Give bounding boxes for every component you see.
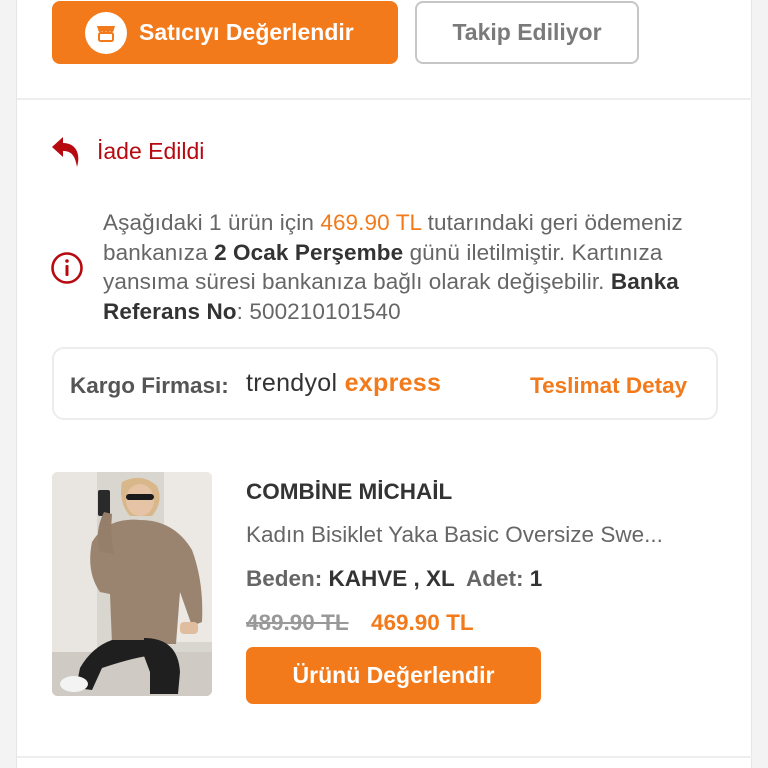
quantity-value: 1 — [529, 566, 543, 591]
rate-product-label: Ürünü Değerlendir — [292, 662, 495, 688]
info-circle-icon — [51, 252, 83, 284]
old-price: 489.90 TL — [246, 610, 349, 635]
delivery-detail-link[interactable]: Teslimat Detay — [530, 373, 687, 399]
rate-product-button[interactable]: Ürünü Değerlendir — [246, 647, 541, 704]
refund-text-part: Aşağıdaki 1 ürün için — [103, 210, 321, 235]
following-button[interactable]: Takip Ediliyor — [415, 1, 639, 64]
new-price: 469.90 TL — [371, 610, 474, 635]
rate-seller-label: Satıcıyı Değerlendir — [139, 19, 354, 45]
refund-text-part: : — [236, 298, 250, 324]
bank-reference-value: 500210101540 — [249, 298, 401, 324]
refund-info-text: Aşağıdaki 1 ürün için 469.90 TL tutarınd… — [103, 208, 733, 326]
quantity-label: Adet: — [454, 566, 530, 591]
rate-seller-button[interactable]: Satıcıyı Değerlendir — [52, 1, 398, 64]
store-icon — [85, 11, 127, 54]
section-divider — [17, 98, 753, 100]
product-variant: Beden: KAHVE , XL Adet: 1 — [246, 566, 542, 592]
logo-trendyol-text: trendyol — [246, 369, 338, 397]
cargo-info-box: Kargo Firması: trendyol express Teslimat… — [52, 347, 718, 420]
product-brand[interactable]: COMBİNE MİCHAİL — [246, 479, 452, 505]
return-status-label: İade Edildi — [97, 138, 205, 164]
section-divider — [17, 756, 753, 758]
trendyol-express-logo: trendyol express — [246, 369, 441, 398]
cargo-company-label: Kargo Firması: — [70, 373, 229, 398]
product-name[interactable]: Kadın Bisiklet Yaka Basic Oversize Swe..… — [246, 522, 716, 548]
return-arrow-icon — [52, 137, 79, 167]
refund-date: 2 Ocak Perşembe — [214, 239, 404, 265]
size-label: Beden: — [246, 566, 329, 591]
refund-amount: 469.90 TL — [320, 210, 422, 235]
product-image[interactable] — [52, 472, 212, 696]
order-detail-card: Satıcıyı Değerlendir Takip Ediliyor İade… — [16, 0, 753, 768]
logo-express-text: express — [337, 369, 442, 397]
size-value: KAHVE , XL — [328, 566, 455, 591]
following-label: Takip Ediliyor — [452, 19, 602, 45]
